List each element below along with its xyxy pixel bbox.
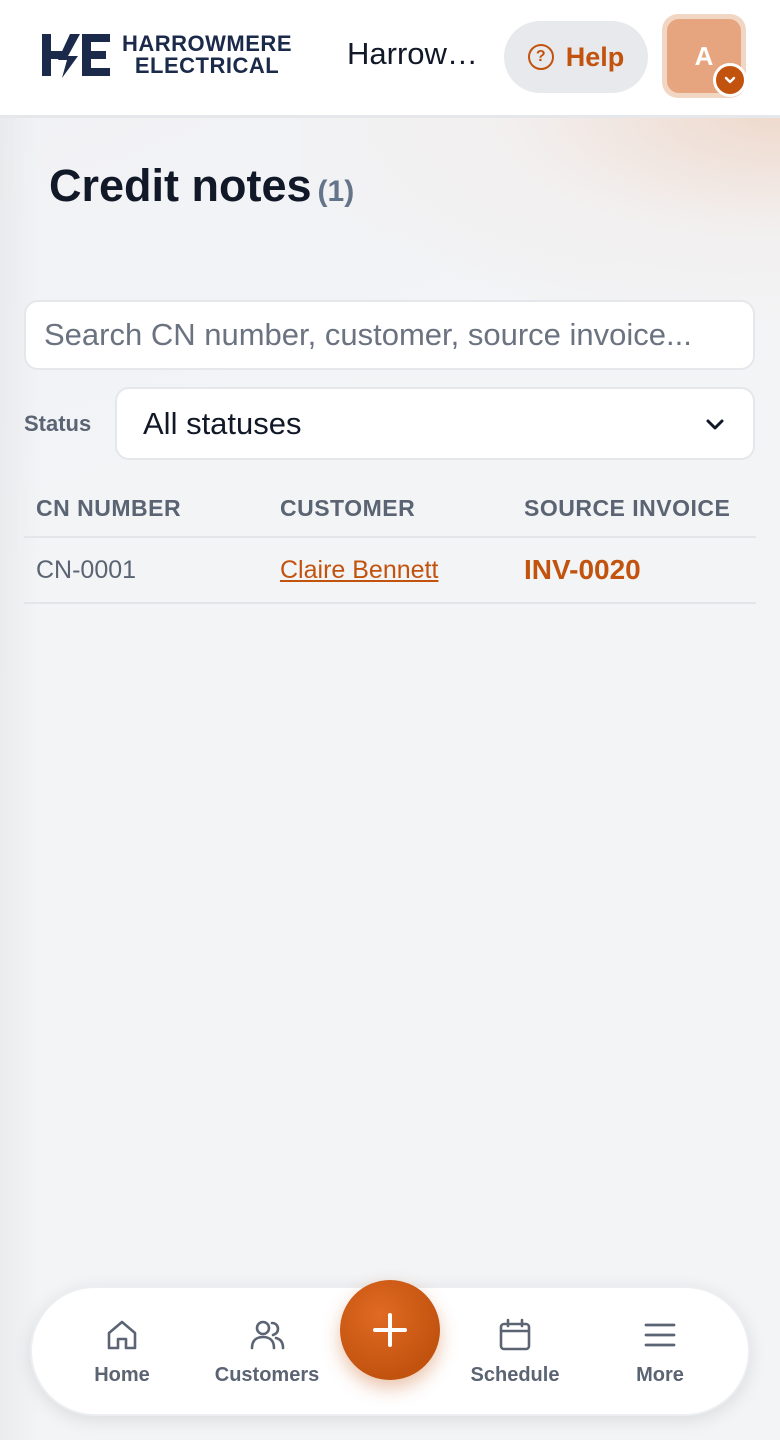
create-new-button[interactable] [340, 1280, 440, 1380]
source-invoice-link[interactable]: INV-0020 [524, 554, 641, 585]
help-button[interactable]: ? Help [504, 21, 648, 93]
column-header-customer[interactable]: CUSTOMER [268, 495, 512, 522]
chevron-down-icon [713, 63, 747, 97]
column-header-cn-number[interactable]: CN NUMBER [24, 495, 268, 522]
calendar-icon [499, 1318, 531, 1351]
credit-notes-table: CN NUMBER CUSTOMER SOURCE INVOICE CN-000… [24, 480, 756, 604]
avatar: A [667, 19, 747, 97]
column-header-source-invoice[interactable]: SOURCE INVOICE [512, 495, 756, 522]
nav-item-customers[interactable]: Customers [202, 1316, 332, 1387]
customer-link[interactable]: Claire Bennett [280, 556, 438, 584]
help-circle-icon: ? [527, 44, 554, 70]
status-filter-label: Status [24, 411, 92, 436]
cell-source-invoice: INV-0020 [512, 554, 756, 586]
organization-name[interactable]: Harrowmere Electrical [347, 36, 487, 72]
menu-icon [644, 1323, 676, 1347]
brand-line-2: ELECTRICAL [134, 53, 280, 78]
nav-label-customers: Customers [214, 1364, 320, 1386]
nav-item-home[interactable]: Home [57, 1316, 187, 1387]
page: HARROWMERE ELECTRICAL Harrowmere Electri… [0, 0, 780, 1440]
cell-cn-number: CN-0001 [36, 555, 137, 584]
logo-mark-icon [42, 34, 110, 78]
app-header: HARROWMERE ELECTRICAL Harrowmere Electri… [0, 0, 780, 118]
home-icon [107, 1320, 137, 1350]
table-row[interactable]: CN-0001 Claire Bennett INV-0020 [24, 538, 756, 604]
help-label: Help [565, 41, 625, 72]
user-menu-button[interactable]: A [662, 14, 747, 98]
search-input[interactable] [24, 300, 755, 370]
brand-wordmark: HARROWMERE ELECTRICAL [122, 33, 292, 77]
page-title-text: Credit notes [49, 160, 312, 211]
plus-icon [373, 1313, 407, 1347]
nav-item-schedule[interactable]: Schedule [450, 1316, 580, 1387]
nav-label-more: More [636, 1364, 684, 1386]
nav-item-more[interactable]: More [595, 1316, 725, 1387]
credit-note-count: (1) [317, 175, 355, 208]
avatar-initial: A [694, 40, 714, 71]
cell-customer: Claire Bennett [268, 556, 512, 585]
status-select[interactable]: All statuses [115, 387, 755, 460]
status-select-value: All statuses [143, 405, 302, 441]
nav-label-home: Home [94, 1364, 150, 1386]
table-header: CN NUMBER CUSTOMER SOURCE INVOICE [24, 480, 756, 538]
brand-logo[interactable]: HARROWMERE ELECTRICAL [40, 30, 292, 80]
page-title: Credit notes (1) [49, 160, 354, 212]
nav-label-schedule: Schedule [470, 1364, 560, 1386]
brand-line-1: HARROWMERE [122, 31, 292, 56]
chevron-down-icon [706, 419, 724, 429]
users-icon [250, 1320, 285, 1350]
